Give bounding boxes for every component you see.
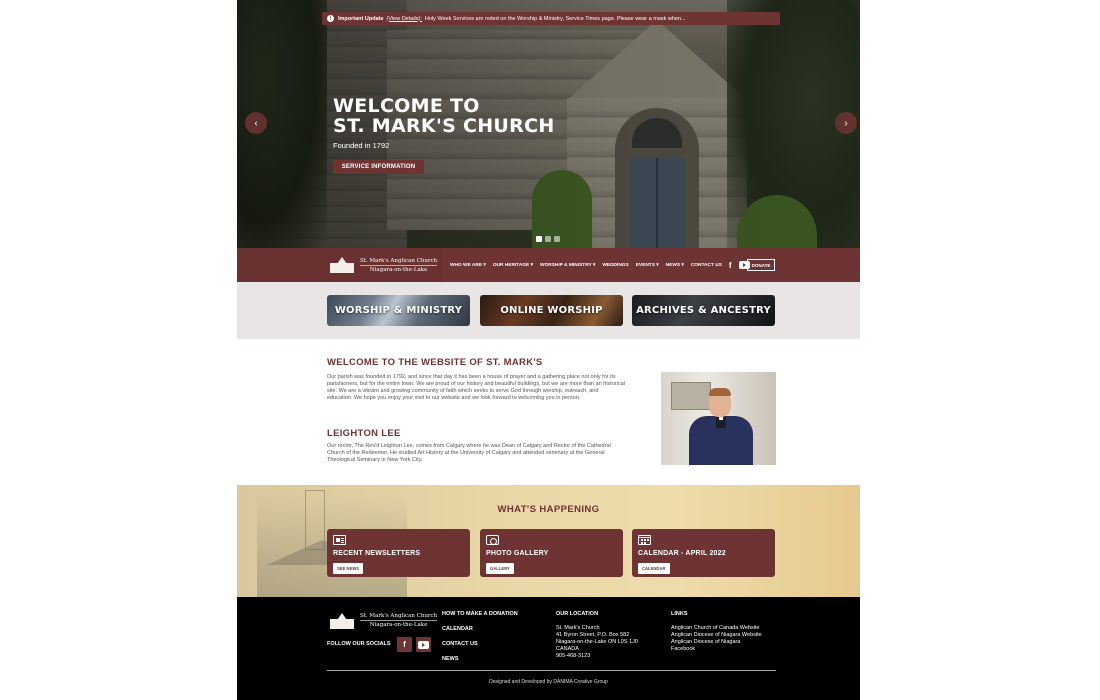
slider-next-button[interactable]: › [835,112,857,134]
footer-link-contact[interactable]: CONTACT US [442,641,518,648]
slider-dots [536,236,560,242]
whats-happening-section: WHAT'S HAPPENING RECENT NEWSLETTERS SEE … [237,485,860,597]
rector-photo [661,372,776,465]
view-details-link[interactable]: (View Details): [387,16,422,22]
footer-logo[interactable]: St. Mark's Anglican Church Niagara-on-th… [327,612,438,629]
footer-quick-links: HOW TO MAKE A DONATION CALENDAR CONTACT … [442,611,518,671]
external-link[interactable]: Facebook [671,646,762,653]
youtube-icon [418,640,429,649]
chevron-right-icon: › [844,117,848,129]
quick-links: WORSHIP & MINISTRY ONLINE WORSHIP ARCHIV… [237,282,860,339]
chevron-left-icon: ‹ [254,117,258,129]
location-line: St. Mark's Church [556,625,600,631]
footer: St. Mark's Anglican Church Niagara-on-th… [237,597,860,700]
donate-button[interactable]: DONATE [747,259,775,271]
main-nav: St. Mark's Anglican Church Niagara-on-th… [237,248,860,282]
card-title: RECENT NEWSLETTERS [333,550,421,557]
card-title: CALENDAR - APRIL 2022 [638,550,726,557]
footer-logo-text: St. Mark's Anglican Church Niagara-on-th… [360,612,438,629]
gallery-button[interactable]: GALLERY [486,563,514,574]
welcome-text: Our parish was founded in 1792, and sinc… [327,374,625,401]
page: ! Important Update (View Details): Holy … [237,0,860,700]
hero-title: WELCOME TO ST. MARK'S CHURCH [333,96,593,136]
links-heading: LINKS [671,611,688,617]
follow-socials-label: FOLLOW OUR SOCIALS [327,641,391,647]
see-news-button[interactable]: SEE NEWS [333,563,364,574]
location-heading: OUR LOCATION [556,611,599,617]
welcome-heading: WELCOME TO THE WEBSITE OF ST. MARK'S [327,357,543,368]
photo-gallery-card: PHOTO GALLERY GALLERY [480,529,623,577]
important-update-banner[interactable]: ! Important Update (View Details): Holy … [322,12,780,25]
photo-collar [716,416,726,428]
newspaper-icon [333,535,346,545]
slider-dot[interactable] [545,236,551,242]
facebook-icon: f [403,640,406,649]
nav-menu: WHO WE ARE ▾ OUR HERITAGE ▾ WORSHIP & MI… [450,248,750,282]
service-information-button[interactable]: SERVICE INFORMATION [333,160,424,174]
slider-prev-button[interactable]: ‹ [245,112,267,134]
location-line: Niagara-on-the-Lake ON L0S 1J0 [556,639,638,645]
footer-link-calendar[interactable]: CALENDAR [442,626,518,633]
nav-item-who-we-are[interactable]: WHO WE ARE ▾ [450,263,486,268]
hero-subtitle: Founded in 1792 [333,141,390,150]
footer-credit: Designed and Developed by DANIMA Creativ… [489,679,608,685]
camera-icon [486,535,499,545]
logo-name: St. Mark's Anglican Church [360,257,438,264]
alert-message: Holy Week Services are noted on the Wors… [424,15,686,22]
card-title: PHOTO GALLERY [486,550,549,557]
newsletters-card: RECENT NEWSLETTERS SEE NEWS [327,529,470,577]
logo-name: St. Mark's Anglican Church [360,613,438,619]
calendar-button[interactable]: CALENDAR [638,563,670,574]
slider-dot[interactable] [536,236,542,242]
facebook-icon[interactable]: f [729,261,732,270]
nav-item-contact-us[interactable]: CONTACT US [691,263,722,268]
calendar-card: CALENDAR - APRIL 2022 CALENDAR [632,529,775,577]
church-logo-icon [327,257,357,273]
nav-item-our-heritage[interactable]: OUR HERITAGE ▾ [493,263,533,268]
church-logo-icon [327,612,357,629]
logo-place: Niagara-on-the-Lake [360,620,438,629]
photo-hair [709,388,731,396]
external-link[interactable]: Anglican Diocese of Niagara [671,639,762,646]
footer-youtube-button[interactable] [416,637,431,652]
alert-icon: ! [327,15,334,22]
quick-link-online-worship[interactable]: ONLINE WORSHIP [480,295,623,326]
footer-external-links: LINKS Anglican Church of Canada Website … [671,611,762,653]
footer-link-news[interactable]: NEWS [442,656,518,663]
location-phone: 905-468-3123 [556,653,591,659]
logo-link[interactable]: St. Mark's Anglican Church Niagara-on-th… [237,248,443,282]
logo: St. Mark's Anglican Church Niagara-on-th… [327,257,438,274]
location-line: CANADA [556,646,579,652]
logo-place: Niagara-on-the-Lake [360,264,438,274]
quick-link-worship-ministry[interactable]: WORSHIP & MINISTRY [327,295,470,326]
nav-item-weddings[interactable]: WEDDINGS [602,263,628,268]
hero-banner: ! Important Update (View Details): Holy … [237,0,860,248]
whats-happening-heading: WHAT'S HAPPENING [497,504,600,515]
footer-divider [327,670,776,671]
nav-item-news[interactable]: NEWS ▾ [666,263,684,268]
hero-title-line2: ST. MARK'S CHURCH [333,115,555,137]
footer-location: OUR LOCATION St. Mark's Church 41 Byron … [556,611,638,660]
nav-item-worship-ministry[interactable]: WORSHIP & MINISTRY ▾ [540,263,595,268]
footer-link-donation[interactable]: HOW TO MAKE A DONATION [442,611,518,618]
logo-text: St. Mark's Anglican Church Niagara-on-th… [360,257,438,274]
external-link[interactable]: Anglican Diocese of Niagara Website [671,632,762,639]
nav-item-events[interactable]: EVENTS ▾ [636,263,659,268]
photo-plaque [671,382,711,410]
rector-text: Our rector, The Rev'd Leighton Lee, come… [327,443,611,463]
location-line: 41 Byron Street, P.O. Box 582 [556,632,630,638]
hero-title-line1: WELCOME TO [333,95,480,117]
slider-dot[interactable] [554,236,560,242]
rector-heading: LEIGHTON LEE [327,428,401,439]
footer-facebook-button[interactable]: f [397,637,412,652]
alert-label: Important Update [338,15,384,22]
calendar-icon [638,535,651,545]
quick-link-archives-ancestry[interactable]: ARCHIVES & ANCESTRY [632,295,775,326]
external-link[interactable]: Anglican Church of Canada Website [671,625,762,632]
